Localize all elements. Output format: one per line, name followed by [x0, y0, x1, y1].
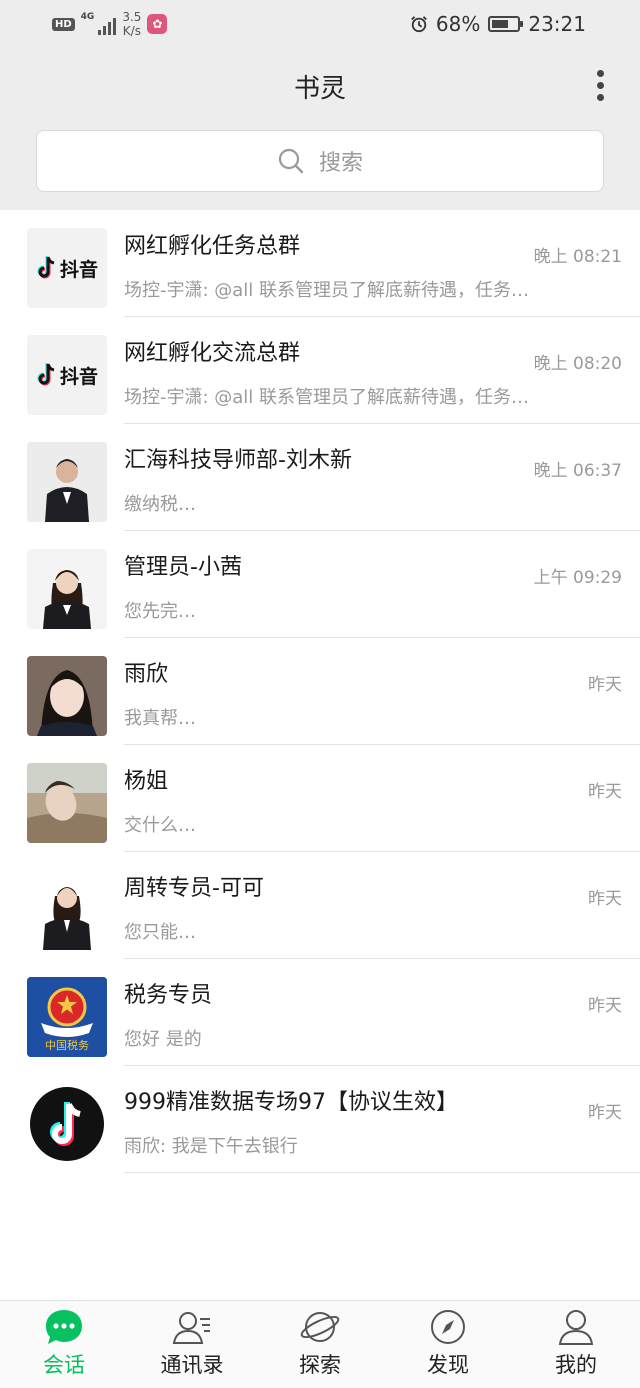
conversation-time: 昨天	[588, 1103, 622, 1123]
signal-icon: 4G	[81, 13, 117, 35]
tab-label: 发现	[427, 1353, 469, 1377]
speed-value: 3.5	[122, 10, 142, 24]
tiktok-logo-icon	[37, 256, 55, 279]
conversation-title: 网红孵化交流总群	[124, 341, 301, 366]
top-area: HD 4G 3.5 K/s ✿ 68% 23:21 书灵 搜索	[0, 0, 640, 210]
network-label: 4G	[80, 12, 95, 22]
search-placeholder: 搜索	[318, 151, 363, 176]
conversation-title: 管理员-小茜	[124, 555, 242, 580]
tiktok-logo-avatar	[27, 1084, 107, 1164]
conversation-preview: 雨欣: 我是下午去银行	[124, 1136, 298, 1157]
conversation-time: 晚上 08:21	[533, 247, 622, 267]
conversation-item[interactable]: 管理员-小茜 您先完… 上午 09:29	[0, 531, 640, 638]
conversation-item[interactable]: 抖音 网红孵化任务总群 场控-宇潇: @all 联系管理员了解底薪待遇，任务… …	[0, 210, 640, 317]
status-bar: HD 4G 3.5 K/s ✿ 68% 23:21	[0, 0, 640, 48]
conversation-preview: 您先完…	[124, 601, 196, 622]
conversation-time: 晚上 06:37	[533, 461, 622, 481]
douyin-brand-text: 抖音	[59, 365, 98, 388]
compass-icon	[431, 1310, 465, 1344]
avatar-photo	[27, 549, 107, 629]
bottom-tab-bar: 会话 通讯录 探索 发现 我的	[0, 1300, 640, 1388]
avatar-photo	[27, 870, 107, 950]
speed-unit: K/s	[122, 24, 141, 38]
tab-contacts[interactable]: 通讯录	[142, 1307, 242, 1379]
avatar-photo	[27, 442, 107, 522]
network-speed: 3.5 K/s	[122, 10, 141, 38]
conversation-title: 杨姐	[124, 769, 169, 794]
battery-percent: 68%	[435, 12, 481, 36]
planet-icon	[300, 1312, 340, 1342]
conversation-preview: 我真帮…	[124, 708, 196, 729]
tax-emblem-avatar: 中国税务	[27, 977, 107, 1057]
conversation-time: 昨天	[588, 782, 622, 802]
conversation-preview: 场控-宇潇: @all 联系管理员了解底薪待遇，任务…	[124, 387, 530, 408]
clock: 23:21	[528, 12, 586, 36]
conversation-item[interactable]: 雨欣 我真帮… 昨天	[0, 638, 640, 745]
avatar-photo	[27, 763, 107, 843]
conversation-item[interactable]: 杨姐 交什么… 昨天	[0, 745, 640, 852]
conversation-title: 税务专员	[124, 983, 213, 1008]
conversation-title: 汇海科技导师部-刘木新	[124, 448, 352, 473]
douyin-logo-avatar: 抖音	[27, 335, 107, 415]
tab-label: 通讯录	[160, 1353, 224, 1377]
conversation-title: 网红孵化任务总群	[124, 234, 301, 259]
conversation-list: 抖音 网红孵化任务总群 场控-宇潇: @all 联系管理员了解底薪待遇，任务… …	[0, 210, 640, 1173]
conversation-item[interactable]: 汇海科技导师部-刘木新 缴纳税… 晚上 06:37	[0, 424, 640, 531]
tab-me[interactable]: 我的	[526, 1307, 626, 1379]
tab-label: 会话	[43, 1353, 85, 1377]
person-icon	[558, 1310, 594, 1345]
chat-bubble-icon	[46, 1310, 82, 1344]
conversation-title: 雨欣	[124, 662, 169, 687]
battery-icon	[488, 16, 524, 32]
alarm-icon	[411, 16, 427, 33]
conversation-item[interactable]: 周转专员-可可 您只能… 昨天	[0, 852, 640, 959]
conversation-time: 昨天	[588, 675, 622, 695]
conversation-time: 昨天	[588, 996, 622, 1016]
douyin-logo-avatar: 抖音	[27, 228, 107, 308]
conversation-time: 晚上 08:20	[533, 354, 622, 374]
douyin-brand-text: 抖音	[59, 258, 98, 281]
conversation-preview: 您只能…	[124, 922, 196, 943]
tab-chats[interactable]: 会话	[14, 1307, 114, 1379]
conversation-title: 999精准数据专场97【协议生效】	[124, 1090, 458, 1115]
avatar-photo	[27, 656, 107, 736]
tab-explore[interactable]: 探索	[270, 1307, 370, 1379]
conversation-item[interactable]: 中国税务 税务专员 您好 是的 昨天	[0, 959, 640, 1066]
tiktok-logo-icon	[37, 363, 55, 386]
conversation-item[interactable]: 999精准数据专场97【协议生效】 雨欣: 我是下午去银行 昨天	[0, 1066, 640, 1173]
conversation-item[interactable]: 抖音 网红孵化交流总群 场控-宇潇: @all 联系管理员了解底薪待遇，任务… …	[0, 317, 640, 424]
hd-badge: HD	[52, 17, 75, 31]
search-icon	[278, 148, 304, 174]
conversation-preview: 交什么…	[124, 815, 196, 836]
search-bar[interactable]: 搜索	[36, 130, 604, 192]
tab-discover[interactable]: 发现	[398, 1307, 498, 1379]
contacts-icon	[172, 1312, 210, 1344]
tab-label: 探索	[299, 1353, 341, 1377]
app-notification-icon: ✿	[147, 14, 168, 34]
conversation-time: 上午 09:29	[533, 568, 622, 588]
conversation-preview: 场控-宇潇: @all 联系管理员了解底薪待遇，任务…	[124, 280, 530, 301]
conversation-time: 昨天	[588, 889, 622, 909]
conversation-preview: 缴纳税…	[124, 494, 196, 515]
page-title: 书灵	[293, 74, 346, 104]
tax-emblem-text: 中国税务	[45, 1039, 89, 1052]
conversation-title: 周转专员-可可	[124, 876, 264, 901]
tab-label: 我的	[555, 1353, 597, 1377]
more-menu-icon[interactable]	[594, 70, 606, 106]
conversation-preview: 您好 是的	[124, 1029, 202, 1050]
